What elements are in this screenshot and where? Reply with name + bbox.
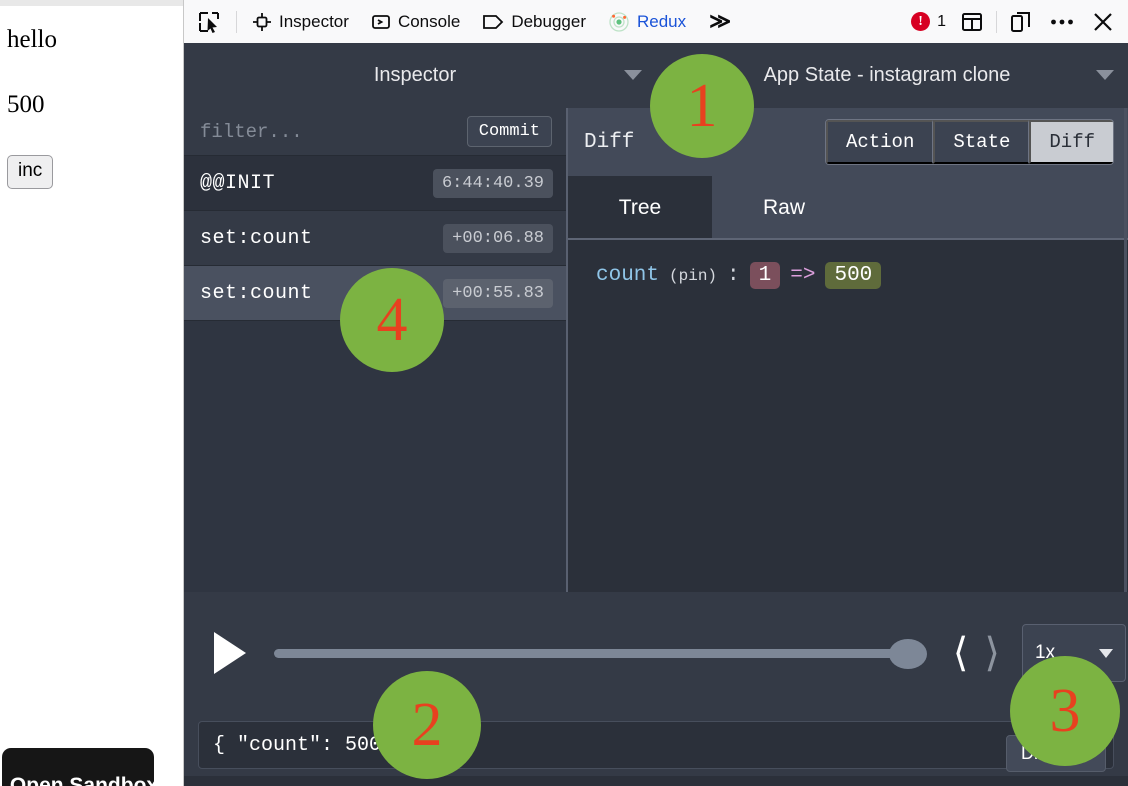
inspector-icon [253, 12, 271, 31]
annotation-badge-4: 4 [340, 268, 444, 372]
element-picker-button[interactable] [184, 8, 232, 36]
toolbar-overflow-button[interactable]: ≫ [697, 9, 743, 34]
play-icon[interactable] [214, 632, 246, 674]
dock-layout-button[interactable] [952, 12, 992, 32]
annotation-badge-1: 1 [650, 54, 754, 158]
close-icon [1094, 12, 1112, 31]
tab-inspector-label: Inspector [279, 11, 349, 31]
action-time: 6:44:40.39 [432, 168, 553, 198]
redux-icon [609, 11, 629, 32]
inspector-title: Inspector [373, 64, 457, 86]
more-options-button[interactable] [1041, 18, 1083, 26]
slider-thumb[interactable] [888, 639, 927, 669]
console-icon [372, 14, 390, 29]
detail-tab-group: Action State Diff [824, 119, 1114, 165]
subtab-tree-label: Tree [618, 196, 662, 219]
action-row-init[interactable]: @@INIT 6:44:40.39 [184, 156, 566, 211]
responsive-design-mode-icon [1011, 11, 1030, 32]
chevron-down-icon [1096, 70, 1114, 80]
action-name: set:count [200, 281, 313, 305]
action-time: +00:06.88 [443, 223, 553, 253]
slider-track [274, 649, 923, 658]
action-row-setcount-1[interactable]: set:count +00:06.88 [184, 211, 566, 266]
tab-inspector[interactable]: Inspector [241, 0, 360, 43]
web-page-pane: hello 500 inc Open Sandbox [0, 0, 184, 786]
tab-state[interactable]: State [933, 120, 1030, 164]
toolbar-divider [236, 10, 237, 33]
detail-panel: Diff Action State Diff Tree Raw count (p… [568, 108, 1128, 592]
tab-console-label: Console [397, 11, 461, 31]
screenshot-root: hello 500 inc Open Sandbox Inspector Con… [0, 0, 1128, 786]
error-count-badge[interactable]: ! 1 [901, 12, 952, 31]
timeline-slider[interactable] [274, 639, 927, 669]
devtools-toolbar: Inspector Console Debugger Redux ≫ ! 1 [184, 0, 1128, 44]
tab-debugger-label: Debugger [511, 11, 586, 31]
diff-key: count [596, 264, 660, 287]
commit-button[interactable]: Commit [466, 116, 552, 147]
error-count-label: 1 [937, 12, 946, 30]
tab-redux-label: Redux [636, 11, 687, 31]
subtab-raw[interactable]: Raw [712, 176, 856, 240]
devtools-bottom-strip [184, 776, 1128, 786]
responsive-design-mode-button[interactable] [1001, 11, 1041, 33]
action-name: set:count [200, 226, 313, 250]
dispatch-input[interactable] [198, 721, 1114, 769]
toolbar-right-group: ! 1 [901, 0, 1128, 43]
subtab-filler [856, 176, 1128, 240]
diff-arrow-icon: => [790, 264, 816, 287]
inspector-selector[interactable]: Inspector [184, 43, 656, 108]
subtab-raw-label: Raw [762, 196, 805, 219]
filter-input[interactable] [184, 119, 467, 144]
page-heading: hello [7, 26, 57, 53]
tab-redux[interactable]: Redux [597, 0, 697, 43]
tab-console[interactable]: Console [360, 0, 471, 43]
dispatcher-bar: Dispatch [184, 714, 1128, 776]
diff-old-value: 1 [749, 262, 781, 289]
detail-mode-label: Diff [584, 130, 635, 154]
tab-action[interactable]: Action [825, 120, 934, 164]
open-sandbox-label: Open Sandbox [9, 774, 154, 786]
page-count-value: 500 [7, 91, 45, 118]
toolbar-left-group: Inspector Console Debugger Redux ≫ [184, 0, 743, 43]
element-picker-icon [199, 11, 219, 33]
chevron-down-icon [624, 70, 642, 80]
open-sandbox-pill[interactable]: Open Sandbox [2, 748, 154, 786]
step-forward-icon[interactable]: ⟩ [976, 630, 1008, 676]
time-travel-player: ⟨ ⟩ 1x [184, 592, 1128, 714]
detail-subtabs: Tree Raw [568, 176, 1128, 240]
debugger-icon [483, 14, 504, 29]
tab-diff[interactable]: Diff [1029, 120, 1113, 164]
diff-tree-body: count (pin) : 1 => 500 [568, 240, 1128, 592]
diff-key-meta: (pin) [669, 266, 718, 285]
diff-row-count[interactable]: count (pin) : 1 => 500 [596, 262, 1128, 289]
inc-button[interactable]: inc [7, 155, 54, 189]
chevron-down-icon [1099, 648, 1113, 658]
action-name: @@INIT [200, 171, 276, 195]
diff-new-value: 500 [825, 262, 882, 289]
annotation-badge-2: 2 [373, 671, 481, 779]
error-exclamation-icon: ! [911, 12, 931, 31]
annotation-badge-3: 3 [1010, 656, 1120, 766]
subtab-tree[interactable]: Tree [568, 176, 712, 240]
tab-debugger[interactable]: Debugger [471, 0, 597, 43]
toolbar-divider-2 [996, 10, 997, 33]
diff-colon: : [727, 264, 740, 287]
action-time: +00:55.83 [443, 278, 553, 308]
filter-row: Commit [184, 108, 566, 156]
step-back-icon[interactable]: ⟨ [945, 630, 977, 676]
close-devtools-button[interactable] [1083, 11, 1128, 33]
detail-scrollbar[interactable] [1124, 108, 1127, 592]
page-top-strip [0, 0, 183, 6]
more-options-icon [1051, 19, 1073, 24]
dock-layout-icon [962, 12, 982, 31]
